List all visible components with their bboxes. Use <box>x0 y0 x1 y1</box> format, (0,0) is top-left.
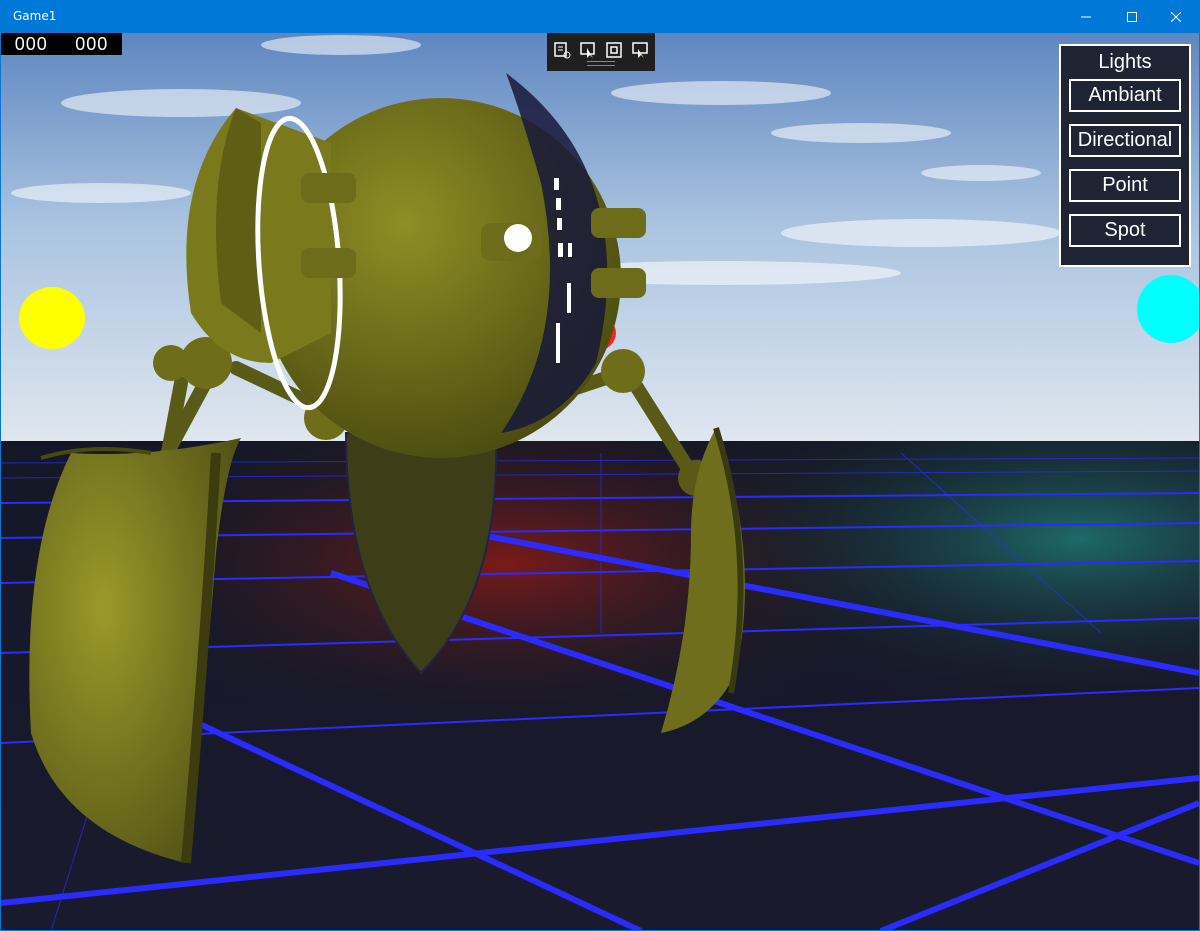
minimize-icon <box>1081 16 1091 18</box>
live-visual-tree-button[interactable] <box>551 39 573 61</box>
lights-panel: Lights Ambiant Directional Point Spot <box>1059 44 1191 267</box>
counter-left: 000 <box>14 33 48 54</box>
display-layout-adorners-button[interactable] <box>603 39 625 61</box>
counter-right: 000 <box>75 33 109 54</box>
title-bar[interactable]: Game1 <box>1 1 1199 33</box>
directional-light-button[interactable]: Directional <box>1069 124 1181 157</box>
live-visual-tree-icon <box>554 42 571 59</box>
ambiant-light-button[interactable]: Ambiant <box>1069 79 1181 112</box>
frame-counter: 000 000 <box>1 33 122 55</box>
close-button[interactable] <box>1153 1 1199 33</box>
point-light-button[interactable]: Point <box>1069 169 1181 202</box>
lights-panel-title: Lights <box>1098 51 1152 73</box>
select-element-button[interactable] <box>577 39 599 61</box>
game-window: Game1 000 000 Lights Ambiant Directional… <box>0 0 1200 931</box>
game-viewport[interactable]: 000 000 Lights Ambiant Directional Point… <box>1 33 1199 930</box>
maximize-button[interactable] <box>1109 1 1155 33</box>
close-icon <box>1171 12 1181 22</box>
window-title: Game1 <box>13 9 57 23</box>
toolbar-grip[interactable] <box>587 61 615 66</box>
minimize-button[interactable] <box>1063 1 1109 33</box>
display-layout-adorners-icon <box>606 42 622 58</box>
select-element-icon <box>580 42 595 58</box>
track-focused-element-button[interactable] <box>629 39 651 61</box>
maximize-icon <box>1127 12 1137 22</box>
yellow-light-sphere <box>19 287 85 349</box>
scene-render <box>1 33 1199 930</box>
spot-light-button[interactable]: Spot <box>1069 214 1181 247</box>
track-focused-element-icon <box>632 42 648 58</box>
xaml-debug-toolbar <box>547 33 655 71</box>
